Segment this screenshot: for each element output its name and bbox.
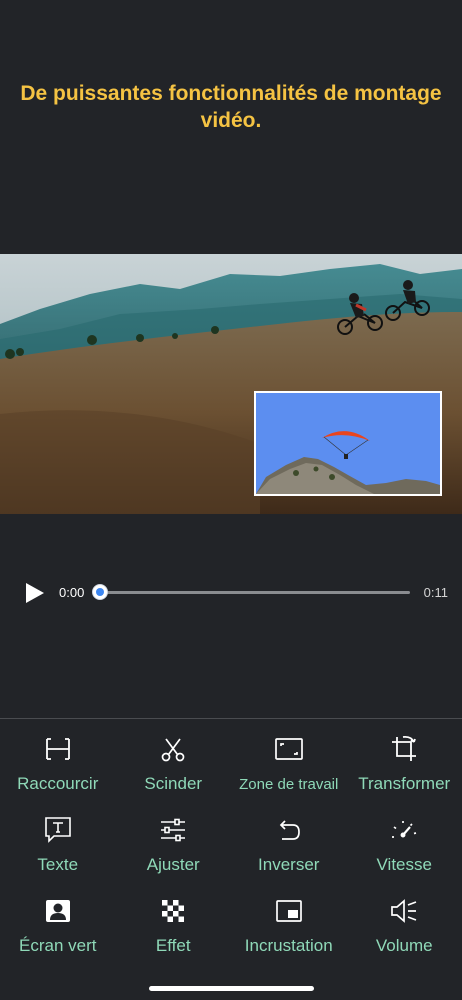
picture-in-picture-icon [275, 900, 302, 922]
toolbar-divider [0, 718, 462, 719]
trim-icon [45, 738, 70, 760]
playback-bar: 0:00 0:11 [0, 572, 462, 612]
tool-adjust[interactable]: Ajuster [116, 807, 232, 888]
canvas-icon [274, 738, 303, 760]
crop-rotate-icon [392, 735, 417, 761]
speaker-mute-icon [391, 899, 417, 923]
paraglider-image [256, 393, 440, 494]
scissors-icon [161, 738, 185, 762]
current-time: 0:00 [59, 585, 85, 600]
text-bubble-icon [44, 817, 71, 843]
overlay-video-frame[interactable] [254, 391, 442, 496]
tool-volume[interactable]: Volume [347, 888, 462, 969]
tool-label: Inverser [258, 855, 320, 874]
total-time: 0:11 [423, 585, 448, 600]
tool-split[interactable]: Scinder [116, 726, 232, 807]
tool-label: Écran vert [19, 936, 97, 955]
tool-trim[interactable]: Raccourcir [0, 726, 116, 807]
tool-label: Volume [375, 936, 433, 955]
tool-canvas[interactable]: Zone de travail [231, 726, 347, 807]
tool-reverse[interactable]: Inverser [231, 807, 347, 888]
tool-label: Raccourcir [17, 774, 99, 793]
tool-label: Scinder [144, 774, 203, 793]
tool-label: Vitesse [376, 855, 432, 874]
tool-speed[interactable]: Vitesse [347, 807, 462, 888]
tool-green-screen[interactable]: Écran vert [0, 888, 116, 969]
checkerboard-icon [162, 900, 185, 922]
tool-transform[interactable]: Transformer [347, 726, 462, 807]
portrait-icon [45, 900, 70, 922]
promo-headline: De puissantes fonctionnalités de montage… [20, 82, 442, 132]
tool-label: Texte [37, 855, 79, 874]
tool-label: Ajuster [146, 855, 200, 874]
tool-label: Zone de travail [239, 776, 339, 793]
edit-tools-grid: Raccourcir Scinder Zone de travail Trans… [0, 726, 462, 969]
undo-arrow-icon [279, 820, 300, 840]
tool-label: Transformer [358, 774, 451, 793]
scrubber-track[interactable] [100, 591, 410, 594]
speedometer-icon [392, 821, 417, 838]
video-preview[interactable] [0, 254, 462, 514]
tool-label: Incrustation [244, 936, 333, 955]
tool-effect[interactable]: Effet [116, 888, 232, 969]
home-indicator[interactable] [149, 986, 314, 991]
play-icon[interactable] [24, 581, 46, 605]
tool-overlay[interactable]: Incrustation [231, 888, 347, 969]
sliders-icon [161, 818, 186, 842]
tool-text[interactable]: Texte [0, 807, 116, 888]
scrubber-thumb[interactable] [92, 584, 108, 600]
tool-label: Effet [155, 936, 191, 955]
